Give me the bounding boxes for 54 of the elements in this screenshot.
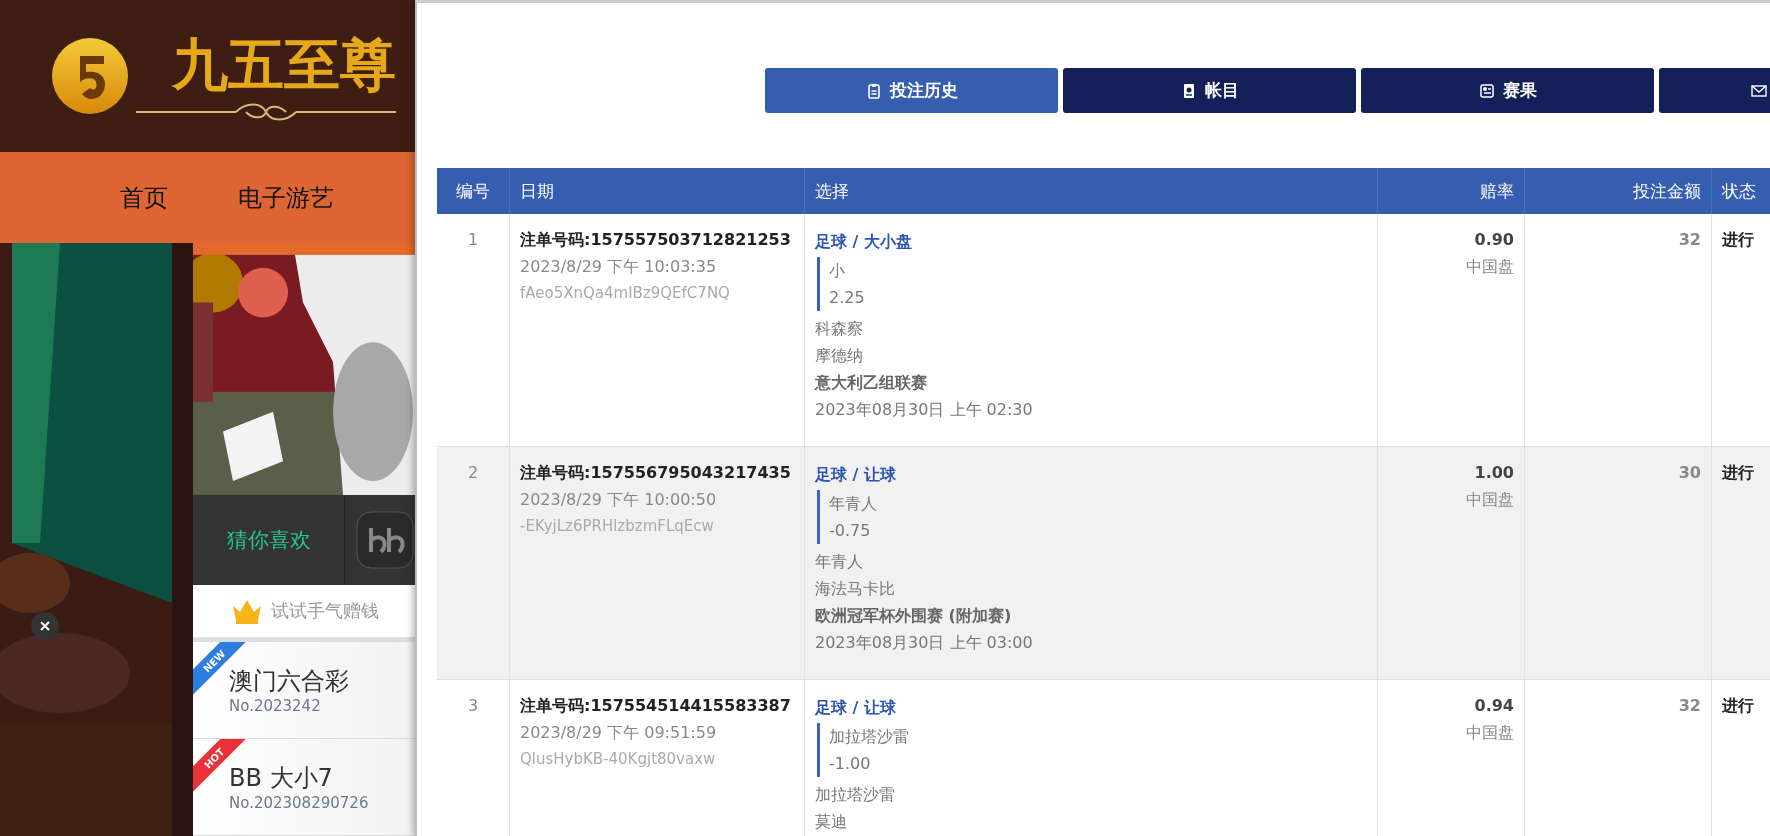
- order-number: 注单号码:157557503712821253: [520, 229, 792, 251]
- bet-token: QlusHybKB-40Kgjt80vaxw: [520, 749, 717, 770]
- league-name: 意大利乙组联赛: [815, 372, 928, 394]
- team-name: 莫迪: [815, 811, 848, 833]
- row-number: 1: [467, 229, 479, 251]
- game-name: BB 大小7: [229, 762, 334, 794]
- nav-link[interactable]: 电子游艺: [238, 181, 334, 214]
- bet-date: 2023/8/29 下午 10:00:50: [520, 489, 718, 511]
- tab[interactable]: 投注历史: [765, 68, 1058, 113]
- tab[interactable]: 赛果: [1361, 68, 1654, 113]
- kickoff-time: 2023年08月30日 上午 02:30: [815, 399, 1034, 421]
- bet-status: 进行: [1722, 462, 1755, 484]
- odds-type: 中国盘: [1466, 489, 1514, 511]
- odds-type: 中国盘: [1466, 722, 1514, 744]
- team-name: 摩德纳: [815, 345, 864, 367]
- draw-number: No.202308290726: [229, 793, 370, 812]
- pick-text: 加拉塔沙雷: [829, 726, 910, 748]
- team-name: 海法马卡比: [815, 578, 896, 600]
- order-number: 注单号码:157554514415583387: [520, 695, 792, 717]
- bet-token: fAeo5XnQa4mIBz9QEfC7NQ: [520, 283, 731, 304]
- odds-value: 0.94: [1474, 695, 1514, 717]
- draw-number: No.2023242: [229, 696, 322, 715]
- market-label: 足球 / 大小盘: [815, 231, 913, 253]
- nav-link[interactable]: 首页: [120, 181, 168, 214]
- game-name: 澳门六合彩: [229, 665, 350, 697]
- odds-value: 0.90: [1474, 229, 1514, 251]
- market-label: 足球 / 让球: [815, 697, 897, 719]
- bet-status: 进行: [1722, 229, 1755, 251]
- handicap-line: -1.00: [829, 753, 872, 775]
- odds-type: 中国盘: [1466, 256, 1514, 278]
- row-number: 2: [467, 462, 479, 484]
- stake-amount: 30: [1678, 462, 1701, 484]
- handicap-line: 2.25: [829, 287, 866, 309]
- bet-date: 2023/8/29 下午 09:51:59: [520, 722, 718, 744]
- market-label: 足球 / 让球: [815, 464, 897, 486]
- bet-token: -EKyjLz6PRHlzbzmFLqEcw: [520, 516, 715, 537]
- league-name: 欧洲冠军杯外围赛 (附加赛): [815, 605, 1013, 627]
- team-name: 科森察: [815, 318, 864, 340]
- bet-status: 进行: [1722, 695, 1755, 717]
- pick-text: 小: [829, 260, 846, 282]
- row-number: 3: [467, 695, 479, 717]
- logo-text: 九五至尊: [172, 31, 396, 99]
- tab[interactable]: 帐目: [1063, 68, 1356, 113]
- team-name: 加拉塔沙雷: [815, 784, 896, 806]
- stake-amount: 32: [1678, 695, 1701, 717]
- handicap-line: -0.75: [829, 520, 872, 542]
- promo-tab[interactable]: 猜你喜欢: [193, 494, 345, 585]
- bet-date: 2023/8/29 下午 10:03:35: [520, 256, 718, 278]
- stake-amount: 32: [1678, 229, 1701, 251]
- pick-text: 年青人: [829, 493, 878, 515]
- order-number: 注单号码:157556795043217435: [520, 462, 792, 484]
- kickoff-time: 2023年08月30日 上午 03:00: [815, 632, 1034, 654]
- odds-value: 1.00: [1474, 462, 1514, 484]
- team-name: 年青人: [815, 551, 864, 573]
